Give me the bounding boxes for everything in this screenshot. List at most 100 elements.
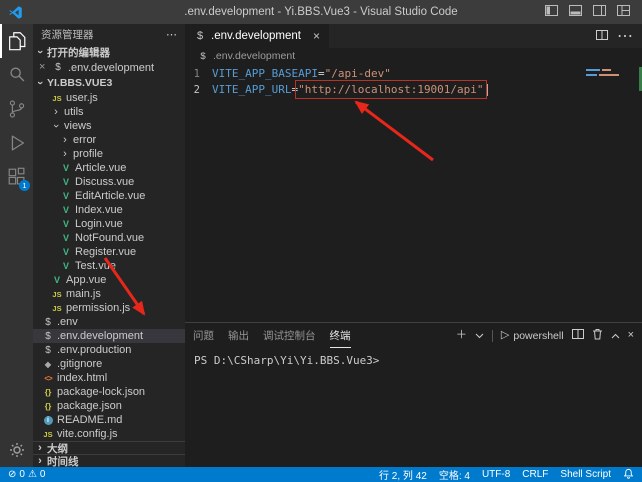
vue-file-icon: V (60, 261, 72, 271)
toggle-sidebar-icon[interactable] (545, 3, 558, 21)
tree-item-README.md[interactable]: iREADME.md (33, 413, 185, 427)
project-section-header[interactable]: › YI.BBS.VUE3 (33, 75, 185, 91)
close-tab-icon[interactable]: × (313, 30, 320, 42)
html-file-icon: <> (42, 374, 54, 383)
problems-status[interactable]: ⊘ 0 ⚠ 0 (8, 469, 45, 480)
sidebar-bottom-sections: › 大纲 › 时间线 (33, 441, 185, 467)
open-editors-header[interactable]: › 打开的编辑器 (33, 44, 185, 60)
vue-file-icon: V (60, 233, 72, 243)
terminal-content[interactable]: PS D:\CSharp\Yi\Yi.BBS.Vue3> (185, 348, 642, 467)
json-file-icon: {} (42, 387, 54, 397)
tree-item-Index.vue[interactable]: VIndex.vue (33, 203, 185, 217)
warning-count: 0 (40, 469, 46, 480)
annotated-url-value: "http://localhost:19001/api" (298, 83, 483, 96)
file-name: package-lock.json (57, 386, 145, 398)
tree-item-Login.vue[interactable]: VLogin.vue (33, 217, 185, 231)
vue-file-icon: V (60, 177, 72, 187)
file-name: App.vue (66, 274, 106, 286)
js-file-icon: JS (42, 430, 54, 439)
tree-item-main.js[interactable]: JSmain.js (33, 287, 185, 301)
encoding[interactable]: UTF-8 (482, 469, 510, 480)
tree-item-.gitignore[interactable]: ◆.gitignore (33, 357, 185, 371)
tab-terminal[interactable]: 终端 (330, 323, 351, 348)
bell-icon[interactable] (623, 468, 634, 482)
explorer-icon[interactable] (0, 24, 33, 58)
tree-item-utils[interactable]: ›utils (33, 105, 185, 119)
tree-item-Discuss.vue[interactable]: VDiscuss.vue (33, 175, 185, 189)
tree-item-Register.vue[interactable]: VRegister.vue (33, 245, 185, 259)
language-mode[interactable]: Shell Script (560, 469, 611, 480)
chevron-down-icon: › (35, 78, 45, 88)
maximize-panel-icon[interactable] (611, 330, 620, 342)
run-debug-icon[interactable] (0, 126, 33, 160)
tree-item-.env.development[interactable]: $.env.development (33, 329, 185, 343)
code-text: VITE_APP_BASEAPI="/api-dev" (212, 66, 391, 82)
tree-item-views[interactable]: ›views (33, 119, 185, 133)
shell-file-icon: $ (52, 62, 64, 73)
tree-item-error[interactable]: ›error (33, 133, 185, 147)
vue-file-icon: V (60, 205, 72, 215)
tree-item-App.vue[interactable]: VApp.vue (33, 273, 185, 287)
tree-item-package-lock.json[interactable]: {}package-lock.json (33, 385, 185, 399)
chevron-down-icon[interactable] (475, 330, 484, 342)
file-name: index.html (57, 372, 107, 384)
tree-item-EditArticle.vue[interactable]: VEditArticle.vue (33, 189, 185, 203)
extensions-icon[interactable]: 1 (0, 160, 33, 194)
tree-item-Test.vue[interactable]: VTest.vue (33, 259, 185, 273)
tab-output[interactable]: 输出 (228, 323, 249, 348)
tab-label: .env.development (211, 30, 301, 42)
tree-item-vite.config.js[interactable]: JSvite.config.js (33, 427, 185, 441)
more-actions-icon[interactable]: ⋯ (166, 28, 177, 41)
panel-header: 问题 输出 调试控制台 终端 ＋ ▷ powershell (185, 323, 642, 348)
tree-item-user.js[interactable]: JSuser.js (33, 91, 185, 105)
tab-env-development[interactable]: $ .env.development × (185, 24, 329, 48)
shell-file-icon: $ (194, 30, 206, 42)
vue-file-icon: V (60, 219, 72, 229)
split-terminal-icon[interactable] (572, 329, 584, 342)
vue-file-icon: V (51, 275, 63, 285)
tree-item-profile[interactable]: ›profile (33, 147, 185, 161)
file-name: user.js (66, 92, 98, 104)
indentation[interactable]: 空格: 4 (439, 467, 470, 482)
separator (492, 330, 493, 342)
tree-item-index.html[interactable]: <>index.html (33, 371, 185, 385)
more-actions-icon[interactable]: ⋯ (617, 26, 633, 46)
customize-layout-icon[interactable] (617, 3, 630, 21)
settings-gear-icon[interactable] (0, 433, 33, 467)
close-panel-icon[interactable]: × (628, 330, 634, 341)
code-editor[interactable]: 1 VITE_APP_BASEAPI="/api-dev" 2 VITE_APP… (185, 64, 642, 322)
file-name: package.json (57, 400, 122, 412)
minimap[interactable] (586, 69, 632, 79)
search-icon[interactable] (0, 58, 33, 92)
vscode-logo-icon (8, 5, 23, 20)
js-file-icon: JS (51, 94, 63, 103)
cursor-position[interactable]: 行 2, 列 42 (379, 467, 427, 482)
breadcrumb[interactable]: $ .env.development (185, 48, 642, 64)
file-name: Discuss.vue (75, 176, 134, 188)
tab-problems[interactable]: 问题 (193, 323, 214, 348)
json-file-icon: {} (42, 401, 54, 411)
tree-item-package.json[interactable]: {}package.json (33, 399, 185, 413)
tree-item-Article.vue[interactable]: VArticle.vue (33, 161, 185, 175)
chevron-right-icon: › (60, 135, 70, 145)
tree-item-.env[interactable]: $.env (33, 315, 185, 329)
file-name: error (73, 134, 96, 146)
tab-debug-console[interactable]: 调试控制台 (263, 323, 316, 348)
tree-item-permission.js[interactable]: JSpermission.js (33, 301, 185, 315)
tree-item-NotFound.vue[interactable]: VNotFound.vue (33, 231, 185, 245)
outline-section[interactable]: › 大纲 (33, 441, 185, 454)
timeline-section[interactable]: › 时间线 (33, 454, 185, 467)
toggle-panel-icon[interactable] (569, 3, 582, 21)
source-control-icon[interactable] (0, 92, 33, 126)
open-editor-item[interactable]: × $ .env.development (33, 60, 185, 75)
file-name: NotFound.vue (75, 232, 144, 244)
md-file-icon: i (44, 416, 53, 425)
eol[interactable]: CRLF (522, 469, 548, 480)
toggle-secondary-sidebar-icon[interactable] (593, 3, 606, 21)
new-terminal-icon[interactable]: ＋ (456, 330, 467, 341)
close-editor-icon[interactable]: × (39, 63, 48, 72)
tree-item-.env.production[interactable]: $.env.production (33, 343, 185, 357)
shell-selector[interactable]: ▷ powershell (501, 330, 564, 342)
split-editor-icon[interactable] (596, 27, 608, 45)
kill-terminal-icon[interactable] (592, 328, 603, 343)
